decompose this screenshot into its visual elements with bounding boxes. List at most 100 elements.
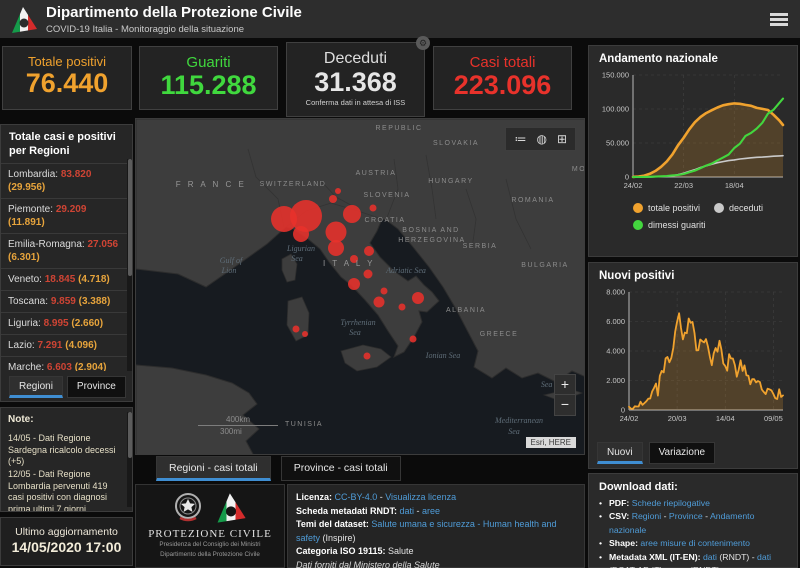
legend-icon[interactable]: ≔: [514, 133, 526, 145]
region-row[interactable]: Emilia-Romagna: 27.056 (6.301): [1, 233, 127, 268]
tab-variazione[interactable]: Variazione: [648, 442, 716, 464]
case-bubble[interactable]: [329, 195, 337, 203]
stat-value: 115.288: [160, 70, 257, 100]
sea-label: Tyrrhenian: [340, 318, 375, 327]
notes-list[interactable]: 14/05 - Dati Regione Sardegna ricalcolo …: [8, 433, 123, 511]
link[interactable]: Regioni: [632, 511, 661, 521]
case-bubble[interactable]: [398, 303, 406, 311]
case-bubble[interactable]: [369, 204, 377, 212]
legend-item[interactable]: deceduti: [714, 203, 763, 213]
text-segment: Dati forniti dal Ministero della Salute: [296, 559, 440, 568]
stat-label: Guariti: [186, 54, 231, 71]
region-row[interactable]: Lazio: 7.291 (4.096): [1, 334, 127, 356]
map-attribution[interactable]: Esri, HERE: [525, 437, 576, 448]
nuovi-panel: Nuovi positivi 0 2.000 4.000 6.000 8.000 24/0…: [588, 262, 798, 469]
andamento-chart[interactable]: 050.000100.000150.00024/02 22/03 18/04: [595, 67, 791, 199]
regions-panel: Totale casi e positivi per Regioni Lomba…: [0, 124, 133, 402]
legend-label: totale positivi: [648, 203, 701, 213]
text-segment: PDF:: [609, 498, 632, 508]
link[interactable]: dati: [400, 506, 415, 516]
country-label: I T A L Y: [323, 259, 375, 268]
legend-label: dimessi guariti: [648, 220, 706, 230]
case-bubble[interactable]: [409, 335, 417, 343]
legend-dot-icon: [633, 220, 643, 230]
case-bubble[interactable]: [328, 240, 344, 256]
country-label: ROMANIA: [511, 197, 554, 204]
license-line: Temi del dataset: Salute umana e sicurez…: [296, 518, 576, 545]
map-tab-province[interactable]: Province - casi totali: [280, 456, 401, 481]
case-bubble[interactable]: [293, 226, 309, 242]
svg-text:20/03: 20/03: [668, 414, 687, 423]
regions-scrollbar[interactable]: [127, 159, 132, 371]
link[interactable]: Province: [669, 511, 703, 521]
svg-text:14/04: 14/04: [716, 414, 735, 423]
legend-item[interactable]: totale positivi: [633, 203, 700, 213]
region-row[interactable]: Marche: 6.603 (2.904): [1, 356, 127, 371]
svg-text:24/02: 24/02: [624, 181, 643, 190]
case-bubble[interactable]: [348, 278, 360, 290]
basemap-icon[interactable]: ◍: [536, 133, 546, 145]
zoom-in-button[interactable]: +: [555, 375, 575, 395]
country-label: HUNGARY: [428, 178, 473, 185]
country-label: SLOVAKIA: [433, 140, 479, 147]
country-label: SLOVENIA: [363, 192, 410, 199]
nuovi-chart[interactable]: 02.0004.0006.0008.00024/02 20/03 14/04 09/0…: [595, 284, 791, 432]
svg-text:4.000: 4.000: [606, 347, 625, 356]
case-bubble[interactable]: [343, 205, 361, 223]
case-bubble[interactable]: [325, 221, 347, 243]
country-label: BULGARIA: [521, 262, 568, 269]
app-subtitle: COVID-19 Italia - Monitoraggio della sit…: [46, 24, 245, 35]
state-emblem-icon: [175, 493, 201, 522]
region-row[interactable]: Toscana: 9.859 (3.388): [1, 290, 127, 312]
map-scalebar: 400km 300mi: [198, 415, 279, 436]
tab-province[interactable]: Province: [66, 376, 126, 398]
legend-item[interactable]: dimessi guariti: [633, 220, 706, 230]
text-segment: Categoria ISO 19115:: [296, 546, 389, 556]
link[interactable]: aree: [422, 506, 440, 516]
case-bubble[interactable]: [292, 325, 300, 333]
country-label: SWITZERLAND: [260, 181, 327, 188]
apps-grid-icon[interactable]: ⊞: [557, 133, 567, 145]
case-bubble[interactable]: [271, 206, 297, 232]
case-bubble[interactable]: [363, 269, 373, 279]
case-bubble[interactable]: [363, 352, 371, 360]
case-bubble[interactable]: [302, 331, 308, 337]
link[interactable]: dati: [757, 552, 771, 562]
app-title: Dipartimento della Protezione Civile: [46, 4, 302, 21]
menu-icon[interactable]: [770, 13, 788, 26]
case-bubble[interactable]: [364, 246, 374, 256]
case-bubble[interactable]: [380, 287, 388, 295]
region-row[interactable]: Lombardia: 83.820 (29.956): [1, 163, 127, 198]
zoom-out-button[interactable]: −: [555, 395, 575, 415]
note-item: 14/05 - Dati Regione Sardegna ricalcolo …: [8, 433, 116, 467]
case-bubble[interactable]: [335, 188, 341, 194]
nuovi-title: Nuovi positivi: [599, 270, 675, 282]
map-tab-regioni[interactable]: Regioni - casi totali: [156, 456, 271, 481]
notes-scrollbar[interactable]: [127, 412, 132, 507]
link[interactable]: Visualizza licenza: [385, 492, 456, 502]
case-bubble[interactable]: [373, 296, 385, 308]
svg-text:8.000: 8.000: [606, 288, 625, 297]
text-segment: Metadata XML (IT-EN):: [609, 551, 703, 562]
case-bubble[interactable]: [412, 292, 424, 304]
link[interactable]: dati: [703, 552, 717, 562]
region-row[interactable]: Piemonte: 29.209 (11.891): [1, 198, 127, 233]
link[interactable]: CC-BY-4.0: [335, 492, 378, 502]
protezione-civile-logo-icon: [12, 7, 37, 33]
region-row[interactable]: Veneto: 18.845 (4.718): [1, 268, 127, 290]
svg-text:100.000: 100.000: [602, 105, 629, 114]
italy-map[interactable]: REPUBLIC SLOVAKIA F R A N C E SWITZERLAND AU…: [135, 118, 585, 455]
stat-value: 31.368: [314, 67, 397, 97]
tab-regioni[interactable]: Regioni: [9, 376, 63, 398]
text-segment: Temi del dataset:: [296, 519, 372, 529]
regions-list[interactable]: Lombardia: 83.820 (29.956) Piemonte: 29.2…: [1, 163, 127, 371]
legend-label: deceduti: [729, 203, 764, 213]
link[interactable]: Schede riepilogative: [632, 498, 710, 508]
gear-icon[interactable]: ⚙: [416, 36, 430, 50]
svg-text:22/03: 22/03: [674, 181, 693, 190]
tab-nuovi[interactable]: Nuovi: [597, 442, 643, 464]
text-segment: Salute: [388, 546, 414, 556]
region-row[interactable]: Liguria: 8.995 (2.660): [1, 312, 127, 334]
link[interactable]: aree misure di contenimento: [640, 538, 750, 548]
map-canvas[interactable]: REPUBLIC SLOVAKIA F R A N C E SWITZERLAND AU…: [136, 119, 585, 455]
